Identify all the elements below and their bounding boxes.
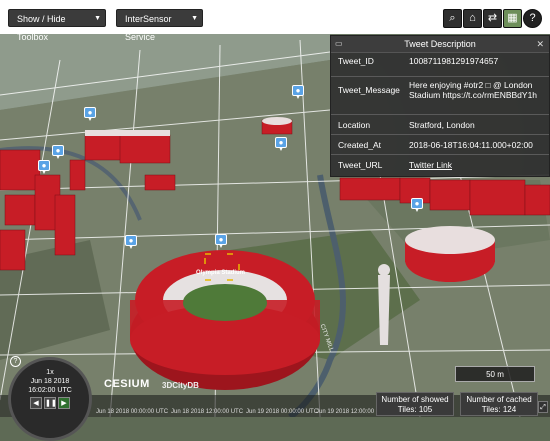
timeline-tick: Jun 18 2018 12:00:00 UTC	[171, 409, 244, 415]
row-value: 1008711981291974657	[409, 56, 499, 66]
help-circle-icon[interactable]: ?	[10, 356, 21, 367]
tweet-pin[interactable]: ●	[292, 85, 304, 99]
service-dropdown[interactable]: InterSensor Service ▼	[116, 9, 203, 42]
cesium-logo: CESIUM	[104, 378, 150, 390]
help-button[interactable]: ?	[523, 9, 542, 28]
rewind-icon: ◀	[33, 400, 39, 407]
row-value: 2018-06-18T16:04:11.000+02:00	[409, 140, 533, 150]
tweet-pin[interactable]: ●	[84, 107, 96, 121]
projection-button[interactable]: ⇄	[483, 9, 502, 28]
showed-tiles-box: Number of showed Tiles: 105	[376, 392, 454, 416]
search-icon: ⌕	[449, 12, 456, 24]
showed-count: Tiles: 105	[397, 405, 433, 414]
pause-icon: ❚❚	[45, 400, 57, 407]
play-icon: ▶	[61, 400, 67, 407]
home-button[interactable]: ⌂	[463, 9, 482, 28]
animation-widget[interactable]: 1x Jun 18 2018 16:02:00 UTC ◀ ❚❚ ▶	[8, 357, 92, 441]
vendor-logo: 3DCityDB	[162, 381, 199, 390]
tweet-pin[interactable]: ●	[52, 145, 64, 159]
panel-row: Tweet_ID 1008711981291974657	[331, 56, 549, 76]
clock-time: 16:02:00 UTC	[28, 387, 72, 394]
row-key: Created_At	[338, 140, 381, 150]
tweet-pin-selected[interactable]: ●	[215, 234, 227, 248]
layers-button[interactable]: ▦	[503, 9, 522, 28]
tweet-description-panel: ▭ Tweet Description ✕ Tweet_ID 100871198…	[330, 35, 550, 177]
panel-row: Created_At 2018-06-18T16:04:11.000+02:00	[331, 134, 549, 155]
panel-row: Tweet_Message Here enjoying #otr2 □ @ Lo…	[331, 76, 549, 115]
cached-tiles-box: Number of cached Tiles: 124	[460, 392, 538, 416]
help-icon: ?	[529, 12, 536, 24]
chevron-down-icon: ▼	[191, 15, 198, 22]
chevron-down-icon: ▼	[94, 15, 101, 22]
pause-button[interactable]: ❚❚	[44, 397, 57, 409]
play-button[interactable]: ▶	[58, 397, 70, 409]
layers-icon: ▦	[507, 12, 518, 24]
tweet-pin[interactable]: ●	[38, 160, 50, 174]
home-icon: ⌂	[469, 12, 476, 24]
rewind-button[interactable]: ◀	[30, 397, 42, 409]
cached-label: Number of cached	[466, 395, 532, 404]
clock-date: Jun 18 2018	[30, 378, 70, 385]
timeline-tick: Jun 18 2018 00:00:00 UTC	[96, 409, 169, 415]
row-key: Tweet_Message	[338, 85, 400, 95]
speed-label: 1x	[46, 369, 54, 376]
timeline-tick: Jun 19 2018 00:00:00 UTC	[246, 409, 319, 415]
panel-header: ▭ Tweet Description ✕	[331, 36, 549, 53]
tweet-pin[interactable]: ●	[275, 137, 287, 151]
search-button[interactable]: ⌕	[443, 9, 462, 28]
close-icon[interactable]: ✕	[536, 36, 544, 52]
toolbox-toggle-button[interactable]: Show / Hide Toolbox ▼	[8, 9, 106, 42]
timeline[interactable]: Jun 18 2018 00:00:00 UTC Jun 18 2018 12:…	[96, 401, 388, 415]
row-value: Stratford, London	[409, 120, 475, 130]
panel-row: Tweet_URL Twitter Link	[331, 154, 549, 175]
top-toolbar: Show / Hide Toolbox ▼ InterSensor Servic…	[0, 0, 550, 42]
fullscreen-button[interactable]: ⤢	[538, 401, 548, 413]
tweet-pin[interactable]: ●	[125, 235, 137, 249]
panel-row: Location Stratford, London	[331, 114, 549, 135]
row-value: Here enjoying #otr2 □ @ London Stadium h…	[409, 80, 538, 100]
collapse-icon[interactable]: ▭	[335, 36, 343, 52]
row-key: Location	[338, 120, 371, 130]
tweet-pin[interactable]: ●	[411, 198, 423, 212]
showed-label: Number of showed	[381, 395, 449, 404]
panel-title: Tweet Description	[404, 39, 476, 49]
twitter-link[interactable]: Twitter Link	[409, 160, 544, 170]
row-key: Tweet_ID	[338, 56, 374, 66]
distance-scale: 50 m	[455, 366, 535, 382]
row-key: Tweet_URL	[338, 160, 383, 170]
cached-count: Tiles: 124	[481, 405, 517, 414]
projection-icon: ⇄	[487, 12, 498, 24]
stadium-label: Olympia Stadium	[196, 270, 246, 276]
scale-label: 50 m	[486, 370, 504, 379]
fullscreen-icon: ⤢	[540, 404, 546, 411]
